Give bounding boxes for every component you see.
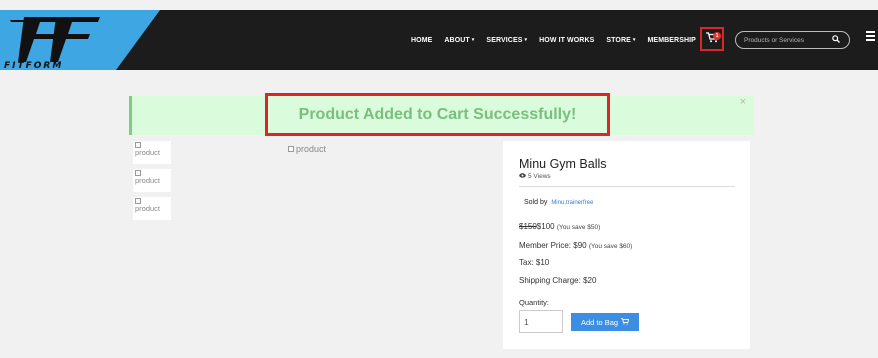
chevron-down-icon: ▾ <box>471 37 475 43</box>
quantity-input[interactable] <box>519 310 563 333</box>
main-image-alt: product <box>296 144 327 154</box>
nav-how-it-works-label: HOW IT WORKS <box>539 36 595 44</box>
alert-message: Product Added to Cart Successfully! <box>298 105 577 123</box>
cart-icon <box>621 317 630 327</box>
page: FITFORM HOME ABOUT ▾ SERVICES ▾ HOW IT WOR… <box>0 0 878 358</box>
add-to-bag-button[interactable]: Add to Bag <box>571 313 639 331</box>
product-card: Minu Gym Balls 5 Views Sold by Minu.trai… <box>503 141 750 349</box>
nav-home[interactable]: HOME <box>411 37 432 44</box>
main-nav: HOME ABOUT ▾ SERVICES ▾ HOW IT WORKS STORE… <box>411 10 708 70</box>
sold-by-label: Sold by <box>524 199 548 206</box>
site-header: FITFORM HOME ABOUT ▾ SERVICES ▾ HOW IT WOR… <box>0 10 878 70</box>
cart-button[interactable]: 1 <box>700 27 724 51</box>
nav-membership[interactable]: MEMBERSHIP <box>648 37 696 44</box>
shipping-label: Shipping Charge: <box>519 276 581 285</box>
close-icon[interactable]: × <box>740 96 746 108</box>
price-savings: (You save $50) <box>556 224 601 231</box>
thumbnail-list: product product product <box>133 141 171 225</box>
nav-store-label: STORE <box>606 36 631 44</box>
product-thumbnail[interactable]: product <box>133 169 171 192</box>
search-input[interactable] <box>744 35 824 46</box>
member-savings: (You save $60) <box>588 243 633 250</box>
shipping-value: $20 <box>583 276 597 285</box>
nav-services-label: SERVICES <box>486 36 523 44</box>
chevron-down-icon: ▾ <box>524 37 528 43</box>
chevron-down-icon: ▾ <box>632 37 636 43</box>
divider <box>519 186 735 187</box>
success-alert: Product Added to Cart Successfully! × <box>129 93 754 136</box>
nav-about[interactable]: ABOUT ▾ <box>444 37 474 44</box>
eye-icon <box>519 173 526 180</box>
member-price-label: Member Price: <box>519 241 572 250</box>
tax-value: $10 <box>535 258 550 267</box>
price: $150$100 (You save $50) <box>519 222 600 231</box>
add-to-bag-label: Add to Bag <box>580 317 619 327</box>
seller-link[interactable]: Minu.trainerfree <box>551 200 593 206</box>
sold-by: Sold by Minu.trainerfree <box>524 199 593 206</box>
cart-count-badge: 1 <box>713 32 721 40</box>
alert-highlight-box: Product Added to Cart Successfully! <box>265 93 610 136</box>
nav-membership-label: MEMBERSHIP <box>647 36 696 44</box>
broken-image-icon <box>288 146 294 152</box>
nav-how-it-works[interactable]: HOW IT WORKS <box>539 37 594 44</box>
nav-about-label: ABOUT <box>444 36 470 44</box>
nav-services[interactable]: SERVICES ▾ <box>486 37 527 44</box>
view-count: 5 Views <box>519 173 551 180</box>
thumbnail-alt: product <box>135 176 161 185</box>
tax-label: Tax: <box>519 258 534 267</box>
thumbnail-alt: product <box>135 204 161 213</box>
thumbnail-alt: product <box>135 148 161 157</box>
member-price-value: $90 <box>573 241 587 250</box>
product-main-image: product <box>288 144 326 154</box>
product-name: Minu Gym Balls <box>519 157 607 171</box>
tax: Tax: $10 <box>519 258 549 267</box>
search-icon[interactable] <box>832 35 840 45</box>
product-thumbnail[interactable]: product <box>133 141 171 164</box>
search-box <box>735 31 850 49</box>
svg-text:FITFORM: FITFORM <box>4 61 63 70</box>
fitform-logo[interactable]: FITFORM <box>0 10 160 70</box>
views-text: 5 Views <box>528 173 551 180</box>
old-price: $150 <box>519 222 537 231</box>
quantity-label: Quantity: <box>519 298 550 307</box>
shipping-charge: Shipping Charge: $20 <box>519 276 596 285</box>
hamburger-menu-icon[interactable] <box>866 31 878 45</box>
product-thumbnail[interactable]: product <box>133 197 171 220</box>
current-price: $100 <box>536 222 555 231</box>
nav-store[interactable]: STORE ▾ <box>606 37 635 44</box>
nav-home-label: HOME <box>411 36 433 44</box>
member-price: Member Price: $90 (You save $60) <box>519 241 632 250</box>
